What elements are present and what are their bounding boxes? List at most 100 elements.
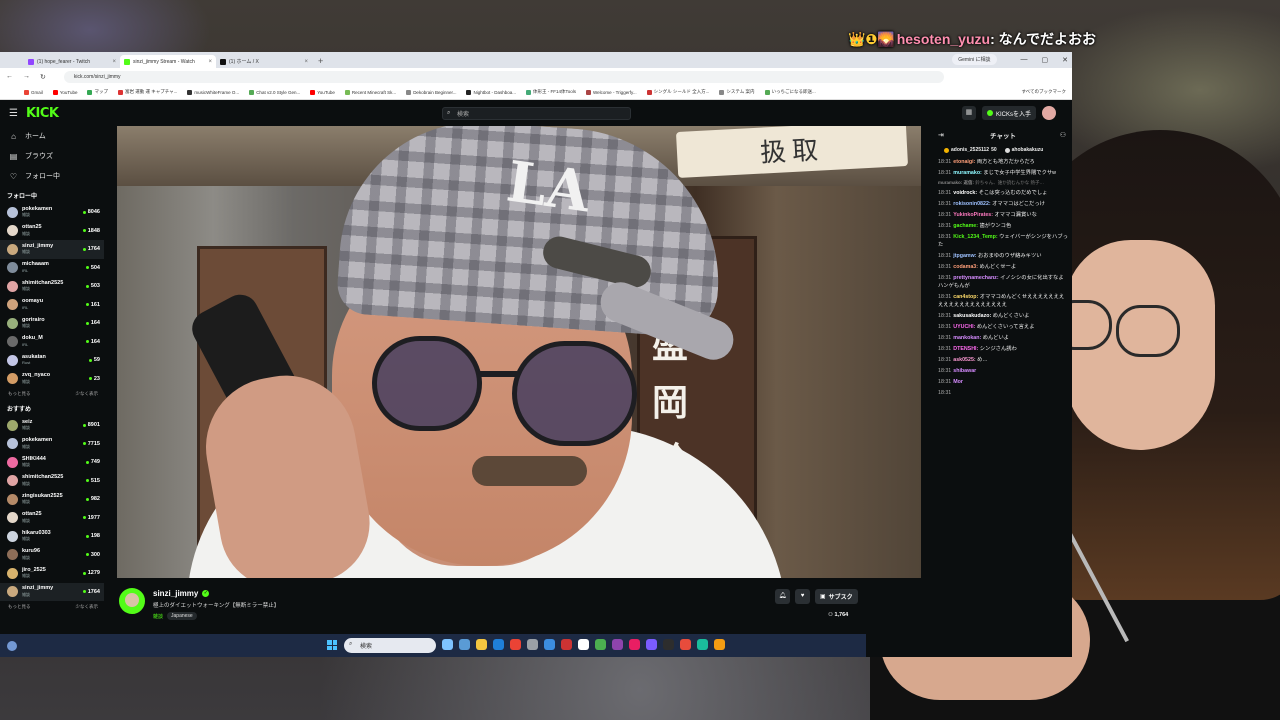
gemini-button[interactable]: Gemini に相談	[952, 54, 997, 65]
channel-name[interactable]: sinzi_jimmy	[153, 589, 198, 598]
subscribe-button[interactable]: ▣ サブスク	[815, 589, 858, 604]
chat-username[interactable]: muramako: 返信:	[938, 180, 974, 185]
all-bookmarks-folder[interactable]: すべてのブックマーク	[1021, 89, 1072, 95]
chat-username[interactable]: shibawar	[953, 368, 976, 374]
chat-username[interactable]: gachame:	[953, 223, 978, 229]
taskbar-app-icon[interactable]	[595, 639, 606, 650]
taskbar-app-icon[interactable]	[527, 639, 538, 650]
weather-icon[interactable]	[7, 641, 17, 651]
windows-start-icon[interactable]	[327, 640, 337, 650]
forward-icon[interactable]: →	[23, 73, 30, 80]
chat-username[interactable]: Mor	[953, 379, 963, 385]
sidebar-channel[interactable]: seiz 雑談 8901	[0, 416, 104, 435]
sidebar-channel[interactable]: oomayu IRL 161	[0, 296, 104, 315]
tab-close-icon[interactable]: ×	[208, 59, 212, 65]
sidebar-channel[interactable]: sinzi_jimmy 雑談 1764	[0, 582, 104, 601]
chat-username[interactable]: Kick_1234_Temp:	[953, 234, 997, 240]
collapse-chat-icon[interactable]: ⇥	[938, 131, 944, 139]
bookmark-item[interactable]: システム 案内	[719, 89, 755, 95]
menu-icon[interactable]: ☰	[9, 108, 18, 119]
chat-username[interactable]: codama3:	[953, 264, 978, 270]
taskbar-app-icon[interactable]	[646, 639, 657, 650]
show-more-link[interactable]: もっと見る	[8, 601, 31, 612]
chat-username[interactable]: YukinkoPirates:	[953, 212, 993, 218]
taskbar-search[interactable]: ⌕ 検索	[344, 638, 436, 653]
show-less-link[interactable]: 少なく表示	[76, 388, 99, 399]
bookmark-item[interactable]: YouTube	[52, 89, 77, 95]
bookmark-item[interactable]: 体形王 - FF14体Tools	[526, 89, 576, 95]
chat-username[interactable]: ask0525:	[953, 357, 975, 363]
sidebar-channel[interactable]: kuru96 雑談 300	[0, 546, 104, 565]
taskbar-app-icon[interactable]	[510, 639, 521, 650]
bookmark-item[interactable]: Recent Minecraft Sk...	[344, 89, 396, 95]
category-link[interactable]: 雑談	[153, 613, 163, 620]
sidebar-channel[interactable]: SHIKI444 雑談 749	[0, 453, 104, 472]
taskbar-app-icon[interactable]	[561, 639, 572, 650]
bookmark-item[interactable]: Gmail	[24, 89, 43, 95]
taskbar-app-icon[interactable]	[459, 639, 470, 650]
browser-tab[interactable]: (1) hope_fearer - Twitch ×	[24, 55, 120, 68]
taskbar-app-icon[interactable]	[612, 639, 623, 650]
new-tab-button[interactable]: +	[318, 55, 323, 68]
sidebar-channel[interactable]: sinzi_jimmy 雑談 1764	[0, 240, 104, 259]
sidebar-channel[interactable]: ottan25 雑談 1848	[0, 222, 104, 241]
bookmark-item[interactable]: YouTube	[310, 89, 335, 95]
chat-username[interactable]: sakusakudazo:	[953, 313, 991, 319]
taskbar-app-icon[interactable]	[442, 639, 453, 650]
sidebar-channel[interactable]: jiro_2525 雑談 1279	[0, 564, 104, 583]
user-avatar[interactable]	[1042, 106, 1056, 120]
language-tag[interactable]: Japanese	[167, 612, 197, 620]
video-player[interactable]: 扱取 盛岡絵巡 LA	[117, 126, 921, 578]
bookmark-item[interactable]: マップ	[87, 89, 108, 95]
sidebar-channel[interactable]: ottan25 雑談 1977	[0, 509, 104, 528]
url-field[interactable]: kick.com/sinzi_jimmy	[63, 70, 944, 83]
sidebar-channel[interactable]: pokekamen 雑談 7715	[0, 435, 104, 454]
back-icon[interactable]: ←	[6, 73, 13, 80]
taskbar-app-icon[interactable]	[629, 639, 640, 650]
follow-heart-icon[interactable]: ♥	[795, 589, 810, 604]
show-more-link[interactable]: もっと見る	[8, 388, 31, 399]
chat-username[interactable]: jtpgamw:	[953, 253, 976, 259]
bookmark-item[interactable]: musicWhiteFrame O...	[187, 89, 239, 95]
maximize-icon[interactable]: ▢	[1042, 56, 1049, 64]
tab-close-icon[interactable]: ×	[304, 59, 308, 65]
chat-username[interactable]: UYUCHI:	[953, 324, 975, 330]
minimize-icon[interactable]: —	[1021, 56, 1028, 63]
chat-users-icon[interactable]: ⚇	[1060, 131, 1066, 139]
pinned-gifter[interactable]: ahobakakuzu	[1004, 147, 1043, 153]
pinned-gifter[interactable]: adonis_2525112 50	[944, 147, 997, 153]
kick-logo[interactable]: KICK	[26, 106, 59, 121]
browser-tab[interactable]: sinzi_jimmy Stream - Watch ×	[120, 55, 216, 68]
chat-username[interactable]: can4stop:	[953, 294, 978, 300]
taskbar-app-icon[interactable]	[697, 639, 708, 650]
bookmark-item[interactable]: いっちごになる即送...	[764, 89, 816, 95]
taskbar-app-icon[interactable]	[714, 639, 725, 650]
bookmark-item[interactable]: 富岩 運動 運 キャプチャ...	[117, 89, 177, 95]
close-icon[interactable]: ✕	[1062, 56, 1068, 64]
tab-close-icon[interactable]: ×	[112, 59, 116, 65]
sidebar-nav-item[interactable]: ▤ ブラウズ	[0, 146, 104, 166]
chat-username[interactable]: voidrock:	[953, 190, 977, 196]
chat-username[interactable]: muramako:	[953, 170, 982, 176]
sidebar-channel[interactable]: pokekamen 雑談 8046	[0, 203, 104, 222]
browser-tab[interactable]: (1) ホーム / X ×	[216, 55, 312, 68]
sidebar-nav-item[interactable]: ⌂ ホーム	[0, 126, 104, 146]
sidebar-nav-item[interactable]: ♡ フォロー中	[0, 166, 104, 186]
chat-username[interactable]: prettynamechanz:	[953, 275, 998, 281]
sidebar-channel[interactable]: zvq_nyaco 雑談 23	[0, 370, 104, 389]
taskbar-app-icon[interactable]	[493, 639, 504, 650]
taskbar-app-icon[interactable]	[578, 639, 589, 650]
sidebar-channel[interactable]: shimitchan2525 雑談 503	[0, 277, 104, 296]
library-icon[interactable]: ▦	[961, 106, 976, 120]
search-input[interactable]: ⌕ 検索	[442, 107, 631, 120]
chat-username[interactable]: mankokan:	[953, 335, 981, 341]
bookmark-item[interactable]: シングル シールド 全入方...	[646, 89, 709, 95]
bookmark-item[interactable]: Chat v2.0 Style Gen...	[249, 89, 300, 95]
sidebar-channel[interactable]: doku_M IRL 164	[0, 333, 104, 352]
bookmark-item[interactable]: Welcome - Triggerfy...	[586, 89, 637, 95]
sidebar-channel[interactable]: shimitchan2525 雑談 515	[0, 472, 104, 491]
channel-avatar[interactable]	[119, 588, 145, 614]
chat-username[interactable]: rokisonin0822:	[953, 201, 990, 207]
reload-icon[interactable]: ↻	[40, 73, 46, 81]
sidebar-channel[interactable]: gorirairo 雑談 164	[0, 314, 104, 333]
